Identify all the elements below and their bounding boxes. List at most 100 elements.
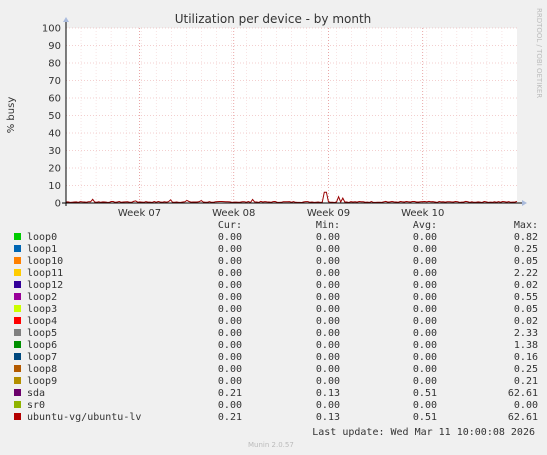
legend-cur-value: 0.00 <box>217 232 242 243</box>
legend-cur-value: 0.00 <box>217 340 242 351</box>
legend-row: loop11 0.00 0.00 0.00 2.22 <box>12 268 538 280</box>
legend-row: loop7 0.00 0.00 0.00 0.16 <box>12 352 538 364</box>
legend-series: sda <box>12 388 202 400</box>
x-tick-label: Week 07 <box>118 208 161 219</box>
legend-label: loop9 <box>27 376 58 387</box>
legend-min-value: 0.00 <box>315 316 340 327</box>
legend-min-value: 0.00 <box>315 328 340 339</box>
legend-row: ubuntu-vg/ubuntu-lv 0.21 0.13 0.51 62.61 <box>12 412 538 424</box>
x-tick-label: Week 10 <box>401 208 444 219</box>
legend-min-value: 0.13 <box>315 412 340 423</box>
legend-max-value: 0.02 <box>513 280 538 291</box>
legend-cur-value: 0.00 <box>217 376 242 387</box>
legend-cur-value: 0.00 <box>217 304 242 315</box>
legend-row: loop5 0.00 0.00 0.00 2.33 <box>12 328 538 340</box>
legend-cur-value: 0.00 <box>217 292 242 303</box>
legend-avg-value: 0.00 <box>412 340 437 351</box>
legend-cur-value: 0.00 <box>217 364 242 375</box>
y-axis-arrow <box>63 17 69 22</box>
legend-cur-value: 0.21 <box>217 412 242 423</box>
legend-swatch <box>14 281 21 288</box>
legend-min-value: 0.00 <box>315 280 340 291</box>
chart-title: Utilization per device - by month <box>175 12 372 26</box>
y-ticks: 0 10 20 30 40 50 60 70 80 90 100 <box>42 24 61 210</box>
legend-max-value: 2.33 <box>513 328 538 339</box>
legend-swatch <box>14 413 21 420</box>
legend-cur-value: 0.00 <box>217 256 242 267</box>
legend-avg-value: 0.00 <box>412 328 437 339</box>
legend-swatch <box>14 305 21 312</box>
legend-row: sr0 0.00 0.00 0.00 0.00 <box>12 400 538 412</box>
legend-avg-value: 0.00 <box>412 244 437 255</box>
legend-min-value: 0.00 <box>315 364 340 375</box>
legend-series: loop0 <box>12 232 202 244</box>
legend-min-value: 0.00 <box>315 304 340 315</box>
y-tick-label: 70 <box>48 76 61 87</box>
rrdtool-watermark: RRDTOOL / TOBI OETIKER <box>535 8 543 98</box>
legend-label: loop5 <box>27 328 58 339</box>
legend-avg-value: 0.00 <box>412 376 437 387</box>
legend-min-value: 0.00 <box>315 244 340 255</box>
legend-max-value: 0.05 <box>513 256 538 267</box>
legend-avg-value: 0.00 <box>412 256 437 267</box>
legend-swatch <box>14 245 21 252</box>
legend-avg-value: 0.00 <box>412 292 437 303</box>
legend-avg-value: 0.00 <box>412 352 437 363</box>
legend-min-value: 0.13 <box>315 388 340 399</box>
legend-swatch <box>14 233 21 240</box>
legend-label: loop12 <box>27 280 64 291</box>
legend-row: loop3 0.00 0.00 0.00 0.05 <box>12 304 538 316</box>
legend-max-value: 0.00 <box>513 400 538 411</box>
legend-max-value: 0.05 <box>513 304 538 315</box>
legend-swatch <box>14 389 21 396</box>
legend-avg-value: 0.00 <box>412 268 437 279</box>
legend-avg-value: 0.00 <box>412 280 437 291</box>
legend-series: loop3 <box>12 304 202 316</box>
legend-swatch <box>14 341 21 348</box>
legend-table: Cur: Min: Avg: Max: loop0 0.00 0.00 0.00 0.8… <box>12 220 538 424</box>
y-tick-label: 60 <box>48 94 61 105</box>
legend-max-value: 0.21 <box>513 376 538 387</box>
legend-min-value: 0.00 <box>315 376 340 387</box>
legend-cur-value: 0.00 <box>217 316 242 327</box>
legend-cur-value: 0.21 <box>217 388 242 399</box>
legend-label: loop0 <box>27 232 58 243</box>
legend-label: loop4 <box>27 316 58 327</box>
legend-series: loop1 <box>12 244 202 256</box>
legend-avg-value: 0.00 <box>412 400 437 411</box>
legend-label: ubuntu-vg/ubuntu-lv <box>27 412 142 423</box>
x-tick-label: Week 08 <box>212 208 255 219</box>
legend-label: loop11 <box>27 268 64 279</box>
legend-swatch <box>14 401 21 408</box>
legend-swatch <box>14 329 21 336</box>
x-tick-label: Week 09 <box>307 208 350 219</box>
legend-min-value: 0.00 <box>315 268 340 279</box>
legend-header-row: Cur: Min: Avg: Max: <box>12 220 538 232</box>
legend-swatch <box>14 353 21 360</box>
legend-cur-value: 0.00 <box>217 328 242 339</box>
legend-row: loop6 0.00 0.00 0.00 1.38 <box>12 340 538 352</box>
legend-label: loop7 <box>27 352 58 363</box>
legend-row: loop8 0.00 0.00 0.00 0.25 <box>12 364 538 376</box>
y-tick-label: 40 <box>48 129 61 140</box>
header-min: Min: <box>315 220 340 231</box>
legend-series: loop7 <box>12 352 202 364</box>
legend-label: loop3 <box>27 304 58 315</box>
legend-swatch <box>14 293 21 300</box>
legend-max-value: 0.25 <box>513 244 538 255</box>
legend-swatch <box>14 257 21 264</box>
legend-row: loop0 0.00 0.00 0.00 0.82 <box>12 232 538 244</box>
legend-series: loop9 <box>12 376 202 388</box>
y-tick-label: 20 <box>48 164 61 175</box>
x-ticks: Week 07 Week 08 Week 09 Week 10 <box>118 208 445 219</box>
legend-row: loop2 0.00 0.00 0.00 0.55 <box>12 292 538 304</box>
header-avg: Avg: <box>412 220 437 231</box>
legend-max-value: 62.61 <box>507 388 538 399</box>
legend-max-value: 1.38 <box>513 340 538 351</box>
y-tick-label: 50 <box>48 111 61 122</box>
legend-label: loop6 <box>27 340 58 351</box>
legend-max-value: 0.25 <box>513 364 538 375</box>
y-tick-label: 10 <box>48 181 61 192</box>
y-tick-label: 0 <box>55 199 61 210</box>
legend-avg-value: 0.00 <box>412 316 437 327</box>
